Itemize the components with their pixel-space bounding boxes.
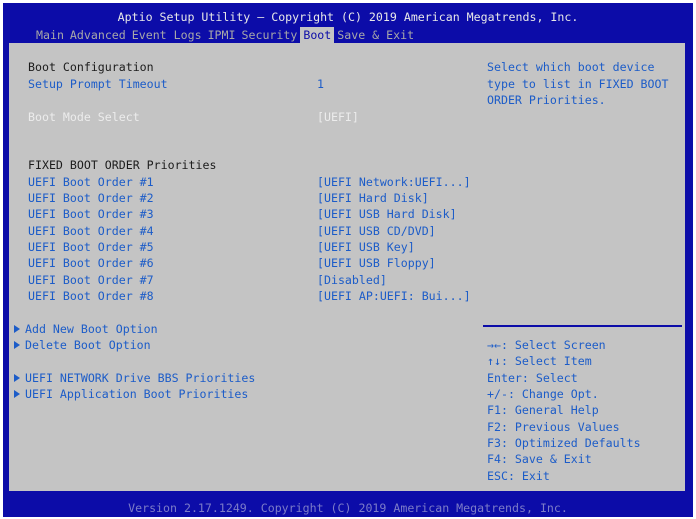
section-fixed-boot-order: FIXED BOOT ORDER Priorities [28, 158, 217, 172]
tab-advanced[interactable]: Advanced [67, 27, 129, 43]
help-line: Select which boot device [487, 60, 655, 74]
boot-order-6-value[interactable]: [UEFI USB Floppy] [317, 255, 436, 271]
tab-event-logs[interactable]: Event Logs [129, 27, 205, 43]
submenu-arrow-icon [14, 341, 20, 349]
submenu-add-new-boot-option[interactable]: Add New Boot Option [14, 321, 158, 337]
tab-boot[interactable]: Boot [300, 27, 335, 43]
boot-order-5-label[interactable]: UEFI Boot Order #5 [28, 239, 154, 255]
settings-panel: Boot Configuration Setup Prompt Timeout … [12, 46, 479, 488]
submenu-uefi-network-drive-bbs[interactable]: UEFI NETWORK Drive BBS Priorities [14, 370, 255, 386]
main-area: Boot Configuration Setup Prompt Timeout … [9, 43, 685, 491]
version-footer: Version 2.17.1249. Copyright (C) 2019 Am… [128, 501, 568, 515]
help-divider [483, 325, 682, 327]
setup-prompt-timeout-label[interactable]: Setup Prompt Timeout [28, 76, 168, 92]
tab-security[interactable]: Security [239, 27, 301, 43]
help-line: type to list in FIXED BOOT [487, 77, 669, 91]
tab-save-exit[interactable]: Save & Exit [334, 27, 417, 43]
boot-mode-select-value[interactable]: [UEFI] [317, 109, 359, 125]
key-help-line: F4: Save & Exit [487, 452, 592, 466]
boot-mode-select-label[interactable]: Boot Mode Select [28, 109, 140, 125]
boot-order-3-label[interactable]: UEFI Boot Order #3 [28, 206, 154, 222]
boot-order-1-label[interactable]: UEFI Boot Order #1 [28, 174, 154, 190]
submenu-label: Add New Boot Option [25, 322, 158, 336]
submenu-arrow-icon [14, 374, 20, 382]
help-line: ORDER Priorities. [487, 93, 606, 107]
key-help-line: ESC: Exit [487, 469, 550, 483]
key-help-line: F1: General Help [487, 403, 599, 417]
key-help-line: ↑↓: Select Item [487, 354, 592, 368]
boot-order-7-value[interactable]: [Disabled] [317, 272, 387, 288]
boot-order-6-label[interactable]: UEFI Boot Order #6 [28, 255, 154, 271]
boot-order-4-value[interactable]: [UEFI USB CD/DVD] [317, 223, 436, 239]
boot-order-2-value[interactable]: [UEFI Hard Disk] [317, 190, 429, 206]
boot-order-8-value[interactable]: [UEFI AP:UEFI: Bui...] [317, 288, 471, 304]
key-help-line: →←: Select Screen [487, 338, 606, 352]
boot-order-8-label[interactable]: UEFI Boot Order #8 [28, 288, 154, 304]
menu-bar: Main Advanced Event Logs IPMI Security B… [33, 27, 417, 43]
boot-order-7-label[interactable]: UEFI Boot Order #7 [28, 272, 154, 288]
key-help-line: +/-: Change Opt. [487, 387, 599, 401]
help-panel: Select which boot device type to list in… [483, 46, 682, 488]
section-boot-configuration: Boot Configuration [28, 60, 154, 74]
boot-order-4-label[interactable]: UEFI Boot Order #4 [28, 223, 154, 239]
boot-order-5-value[interactable]: [UEFI USB Key] [317, 239, 415, 255]
boot-order-3-value[interactable]: [UEFI USB Hard Disk] [317, 206, 457, 222]
tab-ipmi[interactable]: IPMI [205, 27, 239, 43]
bios-screen: Aptio Setup Utility – Copyright (C) 2019… [3, 3, 693, 517]
boot-order-2-label[interactable]: UEFI Boot Order #2 [28, 190, 154, 206]
tab-main[interactable]: Main [33, 27, 67, 43]
key-help-line: F2: Previous Values [487, 420, 620, 434]
window-title: Aptio Setup Utility – Copyright (C) 2019… [117, 10, 579, 24]
setup-prompt-timeout-value[interactable]: 1 [317, 76, 324, 92]
submenu-arrow-icon [14, 390, 20, 398]
submenu-delete-boot-option[interactable]: Delete Boot Option [14, 337, 151, 353]
submenu-label: UEFI NETWORK Drive BBS Priorities [25, 371, 256, 385]
submenu-uefi-application-boot[interactable]: UEFI Application Boot Priorities [14, 386, 248, 402]
submenu-label: UEFI Application Boot Priorities [25, 387, 249, 401]
boot-order-1-value[interactable]: [UEFI Network:UEFI...] [317, 174, 471, 190]
key-help-line: Enter: Select [487, 371, 578, 385]
submenu-label: Delete Boot Option [25, 338, 151, 352]
key-help-line: F3: Optimized Defaults [487, 436, 641, 450]
submenu-arrow-icon [14, 325, 20, 333]
